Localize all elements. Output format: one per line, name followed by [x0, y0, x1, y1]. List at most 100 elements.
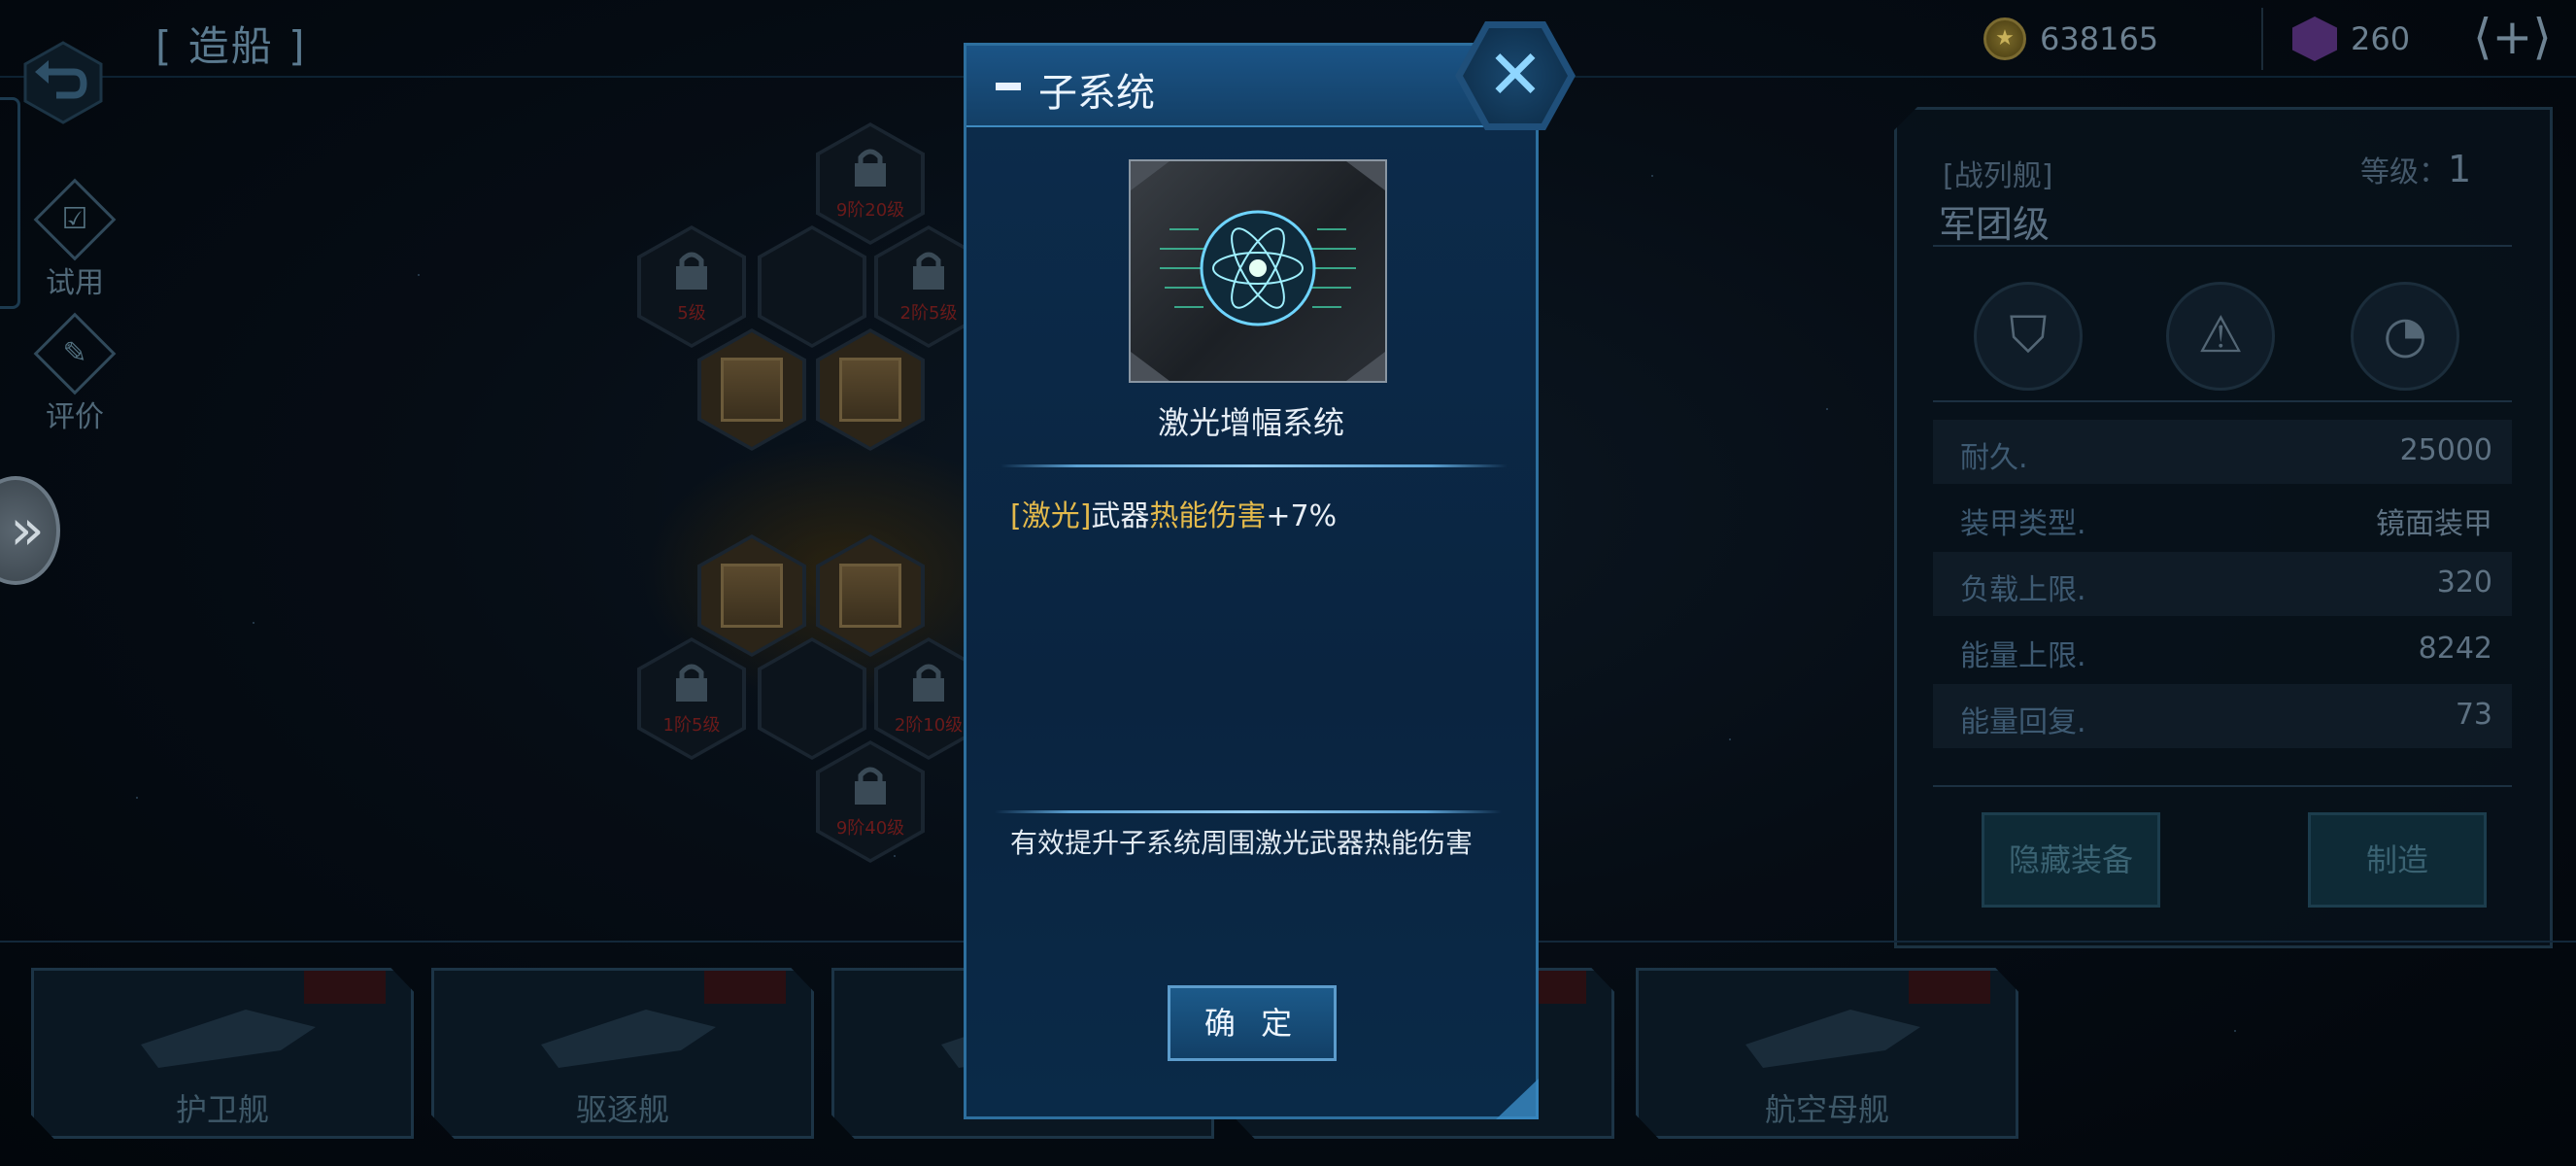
stat-row: 装甲类型. 镜面装甲 — [1933, 486, 2512, 550]
ship-card-name: 护卫舰 — [175, 1091, 269, 1128]
gem-resource: 260 — [2292, 17, 2411, 61]
star — [2234, 1030, 2236, 1032]
game-background: [ 造船 ] ★ 638165 260 ⟨+⟩ ☑ 试用 ✎ 评价 » 9阶20… — [0, 0, 2576, 1166]
back-icon — [23, 41, 103, 124]
locked-slot[interactable]: 9阶40级 — [816, 740, 925, 863]
stat-value: 320 — [2436, 566, 2492, 600]
slot-level-label: 9阶20级 — [835, 200, 905, 221]
gem-icon — [2292, 17, 2337, 61]
ship-card-name: 航空母舰 — [1764, 1091, 1889, 1128]
star — [1729, 738, 1731, 740]
dialog-title: 子系统 — [1038, 71, 1155, 116]
divider-line — [1000, 464, 1508, 467]
alert-icon[interactable]: ⚠ — [2166, 282, 2275, 391]
double-chevron-icon: » — [10, 497, 45, 563]
panel-divider — [1933, 785, 2512, 787]
review-button[interactable]: ✎ 评价 — [31, 312, 119, 435]
weapon-slot[interactable] — [697, 328, 806, 451]
header-dash-icon — [996, 83, 1021, 90]
ship-badge — [1909, 971, 1990, 1004]
slot-level-label: 9阶40级 — [835, 818, 905, 839]
ship-level: 等级：1 — [2360, 148, 2471, 190]
ship-icon — [541, 1010, 716, 1068]
ship-card-escort[interactable]: 护卫舰 — [31, 968, 414, 1139]
lock-icon — [855, 767, 886, 805]
ship-icon — [141, 1010, 316, 1068]
ship-class: [战列舰] — [1943, 159, 2053, 193]
effect-highlight: 热能伤害 — [1149, 499, 1267, 533]
level-label: 等级： — [2360, 155, 2448, 189]
locked-slot[interactable]: 9阶20级 — [816, 122, 925, 245]
panel-divider — [1933, 400, 2512, 402]
back-button[interactable] — [19, 39, 107, 126]
effect-tag: [激光] — [1010, 499, 1092, 533]
turret-icon — [839, 564, 901, 628]
review-label: 评价 — [46, 400, 104, 434]
side-frame — [0, 97, 20, 309]
slot-level-label: 5级 — [677, 303, 706, 324]
star — [1826, 408, 1828, 410]
effect-mid: 武器 — [1091, 499, 1150, 533]
effect-value: +7% — [1266, 499, 1338, 533]
stat-value: 8242 — [2418, 632, 2492, 666]
stat-label: 装甲类型. — [1960, 507, 2086, 541]
empty-slot[interactable] — [758, 225, 866, 348]
confirm-button[interactable]: 确 定 — [1168, 985, 1337, 1061]
shield-icon[interactable]: ⛉ — [1974, 282, 2083, 391]
lock-icon — [676, 664, 707, 702]
locked-slot[interactable]: 5级 — [637, 225, 746, 348]
ship-badge — [304, 971, 386, 1004]
close-icon: ✕ — [1463, 28, 1568, 123]
divider-line — [995, 810, 1502, 813]
subsystem-name: 激光增幅系统 — [1157, 404, 1344, 441]
stat-row: 耐久. 25000 — [1933, 420, 2512, 484]
resource-divider — [2261, 8, 2263, 70]
ship-card-name: 驱逐舰 — [575, 1091, 669, 1128]
stat-label: 负载上限. — [1960, 573, 2086, 607]
lock-icon — [913, 664, 944, 702]
star — [894, 855, 896, 857]
lock-icon — [855, 149, 886, 187]
coin-icon: ★ — [1983, 17, 2026, 60]
coin-count: 638165 — [2040, 20, 2159, 57]
subsystem-description: 有效提升子系统周围激光武器热能伤害 — [1010, 827, 1474, 859]
coin-resource: ★ 638165 — [1983, 17, 2158, 60]
stat-label: 耐久. — [1960, 441, 2028, 475]
lock-icon — [676, 252, 707, 290]
dialog-header: 子系统 — [966, 46, 1536, 127]
lock-icon — [913, 252, 944, 290]
stat-label: 能量回复. — [1960, 705, 2086, 739]
expand-button[interactable]: » — [0, 476, 60, 585]
ship-card-destroyer[interactable]: 驱逐舰 — [431, 968, 814, 1139]
add-resource-button[interactable]: ⟨+⟩ — [2473, 8, 2552, 70]
star — [1651, 175, 1653, 177]
star — [136, 797, 138, 799]
stat-row: 能量上限. 8242 — [1933, 618, 2512, 682]
stat-value: 镜面装甲 — [2376, 507, 2492, 541]
weapon-slot[interactable] — [816, 328, 925, 451]
stat-value: 73 — [2455, 698, 2492, 732]
level-value: 1 — [2448, 148, 2472, 190]
speedometer-icon[interactable]: ◔ — [2351, 282, 2459, 391]
subsystem-image — [1129, 159, 1387, 383]
panel-divider — [1933, 245, 2512, 247]
page-title: [ 造船 ] — [155, 22, 307, 70]
hide-equipment-button[interactable]: 隐藏装备 — [1982, 812, 2160, 908]
effect-text: [激光]武器热能伤害+7% — [1010, 492, 1337, 534]
build-button[interactable]: 制造 — [2308, 812, 2487, 908]
ship-badge — [704, 971, 786, 1004]
stat-label: 能量上限. — [1960, 639, 2086, 673]
star — [253, 622, 254, 624]
plus-icon: ⟨+⟩ — [2473, 9, 2552, 65]
stat-row: 负载上限. 320 — [1933, 552, 2512, 616]
gem-count: 260 — [2351, 20, 2411, 57]
trial-label: 试用 — [46, 266, 104, 300]
turret-icon — [721, 564, 783, 628]
turret-icon — [839, 358, 901, 422]
turret-icon — [721, 358, 783, 422]
ship-card-carrier[interactable]: 航空母舰 — [1636, 968, 2018, 1139]
stat-row: 能量回复. 73 — [1933, 684, 2512, 748]
slot-level-label: 1阶5级 — [662, 715, 721, 736]
trial-button[interactable]: ☑ 试用 — [31, 178, 119, 301]
atom-circuit-icon — [1131, 161, 1385, 381]
